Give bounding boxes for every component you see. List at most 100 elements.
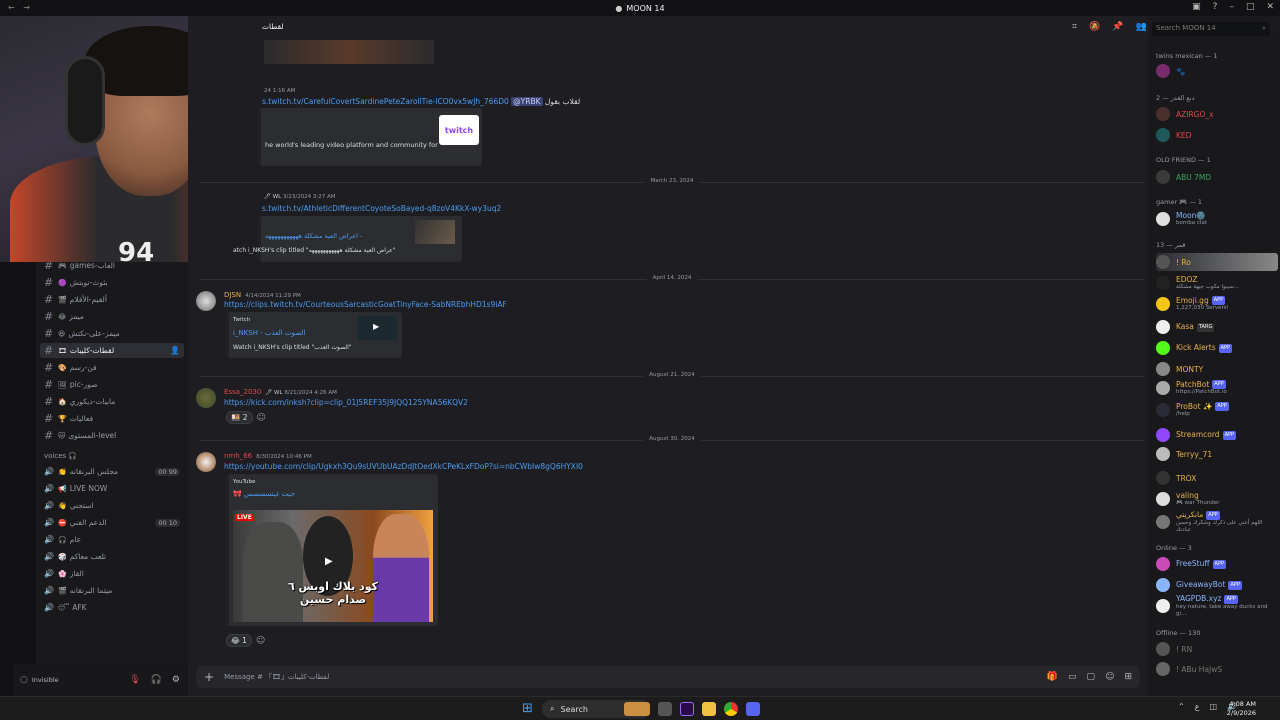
windows-start-icon[interactable]: ⊞ [522,701,533,716]
username[interactable]: Essa_2030 [224,388,261,396]
member-item[interactable]: valing 🎮 war Thunder [1156,490,1278,508]
message-link[interactable]: https://clips.twitch.tv/CourteousSarcast… [224,300,507,309]
channel-item[interactable]: # 🎬 ألقيم-الأفلام [40,292,184,307]
member-item[interactable]: KED [1156,126,1278,144]
close-icon[interactable]: ✕ [1266,2,1274,12]
help-icon[interactable]: ? [1213,2,1218,12]
channel-item[interactable]: # 🎨 فن-رسم [40,360,184,375]
channel-item[interactable]: # 🖼 pic-صور [40,377,184,392]
member-item[interactable]: Kasa TARG [1156,318,1278,336]
member-item[interactable]: TROX [1156,469,1278,487]
play-icon[interactable]: ▶ [373,322,379,331]
member-item[interactable]: 🐾 [1156,62,1278,80]
embed-title[interactable]: اعراض العية مشكلة هههههههههههه - [265,232,362,240]
member-item[interactable]: ProBot ✨ APP/help [1156,401,1278,419]
mic-muted-icon[interactable]: 🎙 [129,675,140,685]
member-item[interactable]: FreeStuff APP [1156,555,1278,573]
member-list-icon[interactable]: 👥 [1136,22,1147,32]
file-explorer-icon[interactable] [702,702,716,716]
member-item[interactable]: Terryy_71 [1156,445,1278,463]
maximize-icon[interactable]: □ [1246,2,1255,12]
member-item[interactable]: ! ABu HaJwS [1156,660,1278,678]
minimize-icon[interactable]: – [1229,2,1234,12]
member-item[interactable]: EDOZ سيبوا مكوب جيهة مشكلة... [1156,274,1278,292]
voice-channel-item[interactable]: 🔊 😴 AFK [40,600,184,615]
channel-item[interactable]: # 🟣 بثوث-تويتش [40,275,184,290]
notification-bell-icon[interactable]: 🔕 [1089,22,1100,32]
voice-channel-item[interactable]: 🔊 👋 استجني [40,498,184,513]
task-view-icon[interactable] [658,702,672,716]
voice-channel-item[interactable]: 🔊 🎬 ميتما البرنقانه [40,583,184,598]
member-item[interactable]: Kick Alerts APP [1156,339,1278,357]
member-item[interactable]: Streamcord APP [1156,426,1278,444]
member-item[interactable]: YAGPDB.xyz APP hey nature, take away ducks… [1156,594,1278,617]
headphones-icon[interactable]: 🎧 [151,675,162,685]
member-item[interactable]: MONTY [1156,360,1278,378]
voice-category-header[interactable]: voices 🎧 [44,452,77,460]
language-icon[interactable]: ع [1195,702,1200,711]
premiere-icon[interactable] [680,702,694,716]
user-avatar[interactable] [196,388,216,408]
voice-channel-item[interactable]: 🔊 🌸 القاز [40,566,184,581]
channel-item[interactable]: # 😂 ميمز [40,309,184,324]
member-item[interactable]: GiveawayBot APP [1156,576,1278,594]
channel-item[interactable]: # 🏆 فعاليات [40,411,184,426]
member-item[interactable]: ABU 7MD [1156,168,1278,186]
user-status[interactable]: Invisible [32,676,59,684]
apps-icon[interactable]: ⊞ [1124,672,1132,682]
voice-channel-item[interactable]: 🔊 ⛔ الدعم الفني 00 10 [40,515,184,530]
channel-item[interactable]: # 🎞 لقطات-كليبات 👤 [40,343,184,358]
channel-item[interactable]: # 🏠 مابيات-ديكوري [40,394,184,409]
discord-icon[interactable] [746,702,760,716]
message-link[interactable]: https://kick.com/inksh?clip=clip_01J5REF… [224,398,468,407]
channel-item[interactable]: # 🐱 المستوى-level [40,428,184,443]
user-avatar[interactable] [196,291,216,311]
member-item[interactable]: ! Ro [1156,253,1278,271]
taskbar-widget-icon[interactable] [624,702,650,716]
voice-channel-item[interactable]: 🔊 👏 مجلس البرنقانه 00 99 [40,464,184,479]
play-icon[interactable]: ▶ [325,556,333,567]
member-item[interactable]: ! RN [1156,640,1278,658]
gear-icon[interactable]: ⚙ [172,675,180,685]
emoji-icon[interactable]: ☺ [1105,672,1114,682]
chevron-up-icon[interactable]: ⌃ [1178,702,1185,711]
taskbar-clock[interactable]: 4:08 AM 2/9/2026 [1227,700,1256,718]
wifi-icon[interactable]: ◫ [1209,702,1217,711]
voice-channel-item[interactable]: 🔊 🎧 عام [40,532,184,547]
username[interactable]: nmh_66 [224,452,252,460]
message-link[interactable]: s.twitch.tv/CarefulCovertSardinePeteZaro… [262,97,509,106]
threads-icon[interactable]: ⌗ [1072,22,1077,32]
inbox-icon[interactable]: ▣ [1192,2,1201,12]
message-link[interactable]: https://youtube.com/clip/Ugkxh3Qu9sUVUbU… [224,462,583,471]
reaction-pill[interactable]: 😂 1 [226,634,252,647]
chrome-icon[interactable] [724,702,738,716]
voice-channel-item[interactable]: 🔊 📢 LIVE NOW [40,481,184,496]
pin-icon[interactable]: 📌 [1112,22,1123,32]
add-reaction-icon[interactable]: ☺ [256,636,265,646]
gif-icon[interactable]: ▭ [1068,672,1077,682]
channel-item[interactable]: # 😆 ميمز-على-نكتش [40,326,184,341]
reaction-pill[interactable]: 🍱 2 [226,411,253,424]
member-avatar [1156,320,1170,334]
add-reaction-icon[interactable]: ☺ [257,413,266,423]
user-avatar[interactable] [196,452,216,472]
member-item[interactable]: AZIRGO_x [1156,105,1278,123]
embed-title[interactable]: i_NKSH - الصوت العذب [233,329,305,337]
username[interactable]: DJSN [224,291,241,299]
invite-icon[interactable]: 👤 [170,346,180,355]
embed-title[interactable]: 🎀 جيت غيتسسسس [233,490,295,498]
search-input[interactable]: Search MOON 14 ⌕ [1152,22,1270,36]
sticker-icon[interactable]: ▢ [1087,672,1096,682]
attach-plus-icon[interactable]: + [204,670,214,684]
voice-channel-item[interactable]: 🔊 🎲 تلعب معاكم [40,549,184,564]
member-item[interactable]: PatchBot APP https://PatchBot.io [1156,379,1278,397]
user-mention[interactable]: @YRBK [511,97,543,106]
member-item[interactable]: Emoji.gg APP 1,227,030 Servers! [1156,295,1278,313]
nav-arrows[interactable]: ← → [8,3,33,12]
message-link[interactable]: s.twitch.tv/AthleticDifferentCoyoteSoBay… [262,204,501,213]
message-input[interactable]: Message # 「🎞」لقطات-كليبات [224,672,329,682]
member-item[interactable]: مانكريتي APP اللهم أعني على ذكرك وشكرك وحس… [1156,510,1278,533]
video-thumbnail[interactable]: LIVE كود بلاك اوبس ٦ صدام حسين ▶ [233,510,433,622]
gift-icon[interactable]: 🎁 [1047,672,1058,682]
member-item[interactable]: Moon🌚 bomba clat [1156,210,1278,228]
